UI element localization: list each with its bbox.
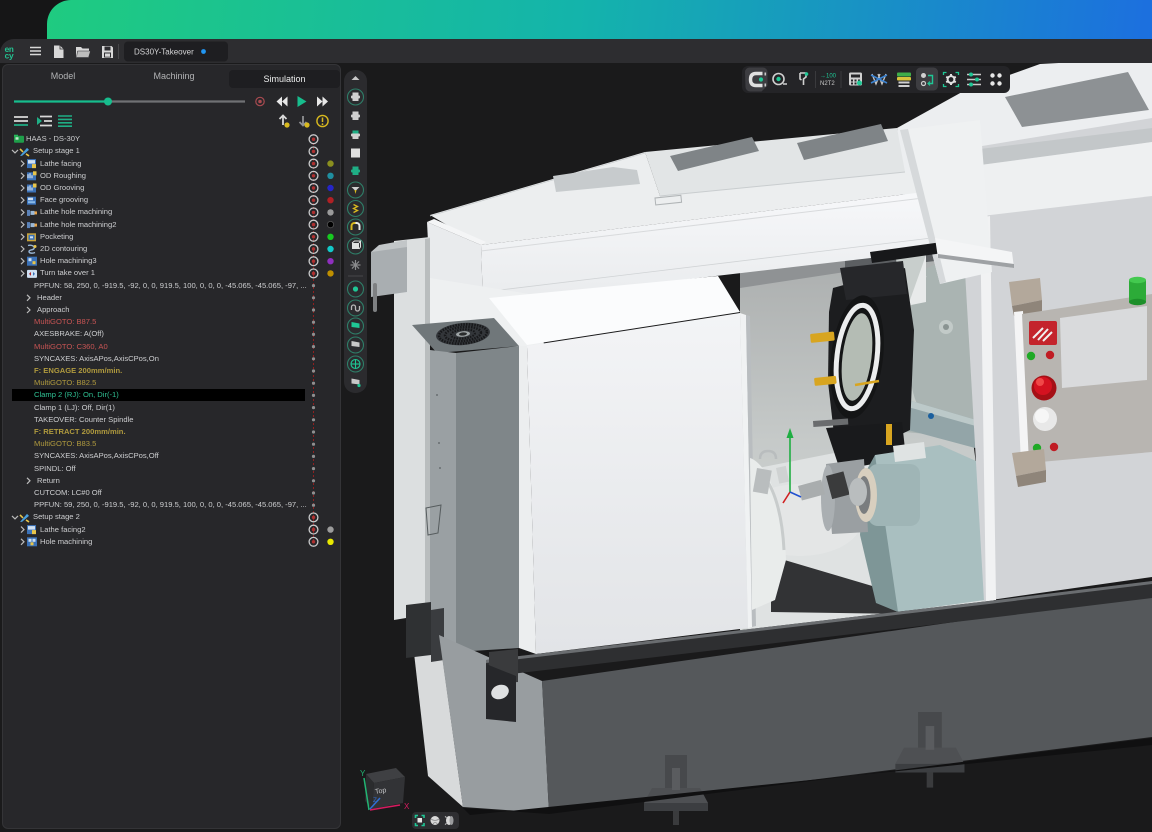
svg-text:Y: Y	[360, 769, 366, 778]
svg-text:cy: cy	[5, 53, 14, 62]
svg-text:DS30Y-Takeover: DS30Y-Takeover	[134, 48, 194, 57]
svg-text:Z: Z	[373, 797, 377, 804]
svg-text:N2T2: N2T2	[820, 81, 835, 87]
svg-text:→100: →100	[820, 74, 837, 80]
svg-text:X: X	[404, 802, 410, 811]
